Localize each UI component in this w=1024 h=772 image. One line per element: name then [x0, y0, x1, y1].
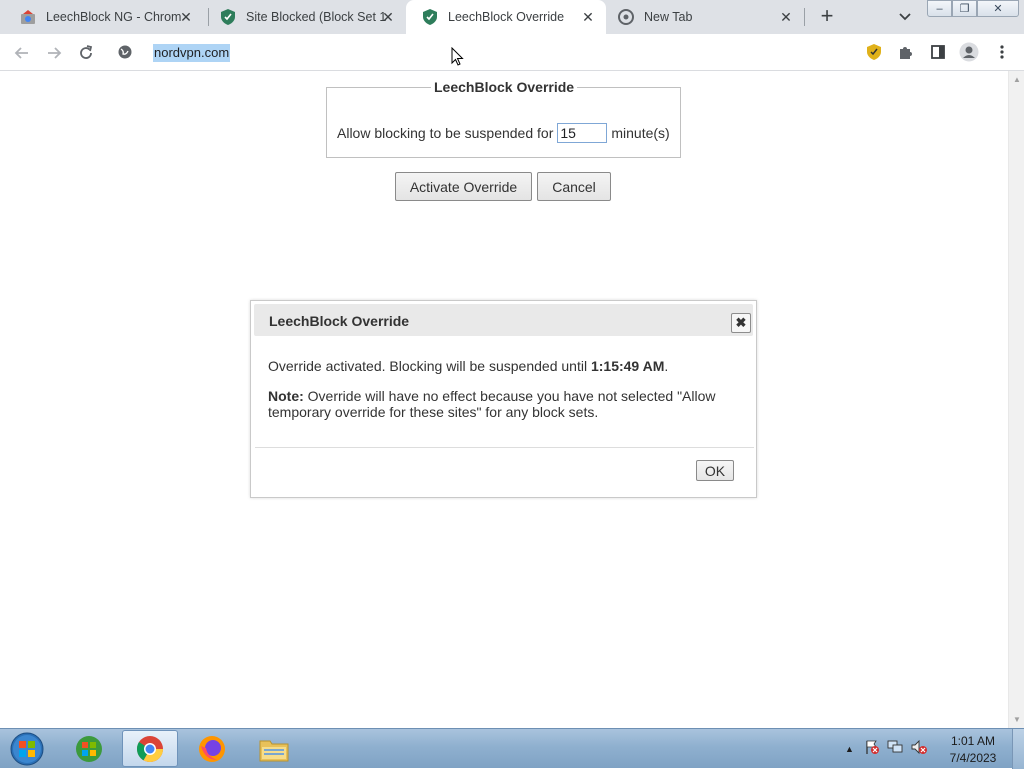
windows-update-icon [76, 735, 102, 762]
firefox-icon [199, 735, 225, 762]
folder-icon [259, 740, 289, 761]
clock-date: 7/4/2023 [949, 751, 997, 765]
start-button[interactable] [6, 731, 48, 767]
dialog-body: Override activated. Blocking will be sus… [268, 358, 728, 434]
tab-close-icon[interactable]: ✕ [778, 9, 794, 25]
tray-expand-arrow-icon[interactable]: ▲ [845, 744, 854, 754]
network-icon[interactable] [886, 739, 904, 760]
reload-icon[interactable] [75, 42, 97, 64]
tab-close-icon[interactable]: ✕ [580, 9, 596, 25]
show-desktop-button[interactable] [1012, 729, 1024, 769]
leechblock-shield-icon [422, 9, 438, 25]
dialog-message: Override activated. Blocking will be sus… [268, 358, 728, 374]
chrome-webstore-icon [20, 9, 36, 25]
tab-title: LeechBlock NG - Chrome [46, 10, 182, 24]
override-legend: LeechBlock Override [434, 79, 575, 95]
override-activated-dialog: LeechBlock Override ✖ Override activated… [250, 300, 757, 498]
ok-button[interactable]: OK [696, 460, 734, 481]
taskbar-firefox[interactable] [184, 730, 240, 767]
minimize-button[interactable]: – [927, 0, 952, 17]
vertical-scrollbar[interactable]: ▲ ▼ [1008, 71, 1024, 728]
taskbar-windows-update[interactable] [61, 730, 117, 767]
note-text: Override will have no effect because you… [268, 388, 716, 420]
tab-strip: LeechBlock NG - Chrome ✕ Site Blocked (B… [0, 0, 1024, 34]
page-content: LeechBlock Override Allow blocking to be… [0, 71, 1008, 728]
taskbar-clock[interactable]: 1:01 AM 7/4/2023 [940, 733, 1006, 767]
tab-leechblock-chrome[interactable]: LeechBlock NG - Chrome ✕ [4, 0, 204, 34]
tab-leechblock-override[interactable]: LeechBlock Override ✕ [406, 0, 606, 34]
override-fieldset: LeechBlock Override Allow blocking to be… [326, 79, 681, 158]
profile-avatar-icon[interactable] [959, 42, 979, 62]
tab-separator [804, 8, 805, 26]
close-window-button[interactable]: ✕ [977, 0, 1019, 17]
tab-title: Site Blocked (Block Set 1) [246, 10, 386, 24]
duration-suffix-label: minute(s) [611, 125, 670, 141]
leechblock-shield-icon [220, 9, 236, 25]
tab-title: LeechBlock Override [448, 10, 565, 24]
duration-prefix-label: Allow blocking to be suspended for [337, 125, 554, 141]
site-info-globe-icon[interactable] [116, 43, 134, 61]
minutes-input[interactable] [557, 123, 608, 143]
system-tray: ▲ [845, 729, 928, 769]
scroll-down-arrow-icon[interactable]: ▼ [1013, 715, 1021, 724]
side-panel-icon[interactable] [928, 42, 948, 62]
address-bar-url[interactable]: nordvpn.com [153, 44, 231, 62]
taskbar-chrome[interactable] [122, 730, 178, 767]
message-prefix: Override activated. Blocking will be sus… [268, 358, 591, 374]
tab-title: New Tab [644, 10, 693, 24]
clock-time: 1:01 AM [950, 734, 996, 748]
tab-site-blocked[interactable]: Site Blocked (Block Set 1) ✕ [204, 0, 406, 34]
dialog-close-icon[interactable]: ✖ [731, 313, 751, 333]
maximize-button[interactable]: ❐ [952, 0, 977, 17]
dialog-title: LeechBlock Override [269, 313, 410, 329]
action-center-flag-icon[interactable] [864, 739, 880, 760]
dialog-note: Note: Override will have no effect becau… [268, 388, 728, 420]
tab-search-chevron-icon[interactable] [896, 8, 914, 26]
forward-arrow-icon[interactable] [43, 42, 65, 64]
tab-new-tab[interactable]: New Tab ✕ [602, 0, 804, 34]
duration-row: Allow blocking to be suspended for minut… [337, 123, 670, 143]
message-time: 1:15:49 AM [590, 358, 665, 374]
volume-muted-icon[interactable] [910, 739, 928, 760]
new-tab-button[interactable]: + [816, 5, 838, 28]
cancel-button[interactable]: Cancel [537, 172, 611, 201]
extensions-puzzle-icon[interactable] [896, 42, 916, 62]
dialog-titlebar[interactable]: LeechBlock Override ✖ [254, 304, 753, 336]
menu-kebab-icon[interactable] [992, 42, 1012, 62]
chrome-icon [136, 735, 164, 762]
message-suffix: . [664, 358, 669, 374]
mouse-cursor-icon [451, 46, 465, 67]
scroll-up-arrow-icon[interactable]: ▲ [1013, 75, 1021, 84]
dialog-divider [255, 447, 754, 448]
windows-taskbar: ▲ 1:01 AM 7/4/2023 [0, 728, 1024, 769]
leechblock-extension-icon[interactable] [864, 42, 884, 62]
activate-override-button[interactable]: Activate Override [395, 172, 532, 201]
chrome-icon [618, 9, 634, 25]
note-label: Note: [268, 388, 304, 404]
tab-close-icon[interactable]: ✕ [380, 9, 396, 25]
taskbar-file-explorer[interactable] [246, 730, 302, 767]
back-arrow-icon[interactable] [11, 42, 33, 64]
tab-close-icon[interactable]: ✕ [178, 9, 194, 25]
